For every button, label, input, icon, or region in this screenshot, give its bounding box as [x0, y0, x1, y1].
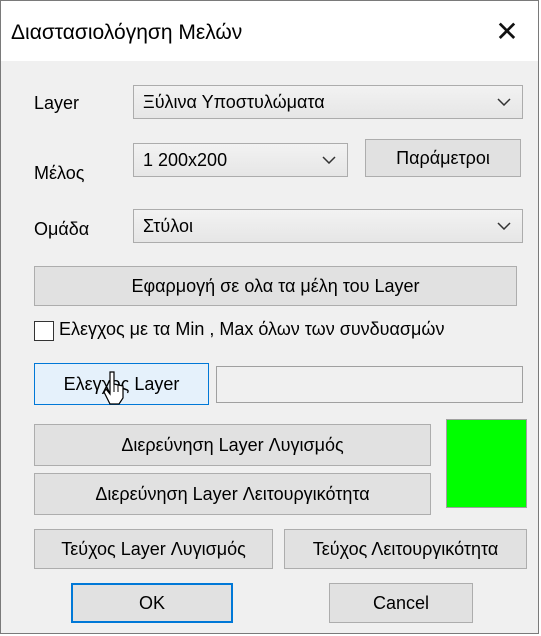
parameters-button[interactable]: Παράμετροι — [365, 139, 521, 177]
close-icon[interactable]: ✕ — [476, 1, 538, 61]
group-label: Ομάδα — [34, 219, 90, 239]
member-label: Μέλος — [34, 163, 85, 183]
group-select-value: Στύλοι — [143, 215, 193, 236]
minmax-checkbox[interactable] — [34, 321, 54, 341]
ok-button[interactable]: OK — [71, 583, 233, 623]
layer-select-value: Ξύλινα Υποστυλώματα — [143, 91, 325, 112]
cancel-button[interactable]: Cancel — [329, 583, 473, 623]
report-serviceability-button[interactable]: Τεύχος Λειτουργικότητα — [284, 529, 527, 569]
investigate-buckling-button[interactable]: Διερεύνηση Layer Λυγισμός — [34, 424, 431, 466]
group-select[interactable]: Στύλοι — [133, 209, 523, 243]
check-layer-result-field — [216, 366, 523, 403]
status-indicator — [446, 419, 527, 508]
layer-label: Layer — [34, 93, 80, 113]
member-select-value: 1 200x200 — [143, 149, 228, 170]
chevron-down-icon — [486, 98, 522, 106]
report-buckling-button[interactable]: Τεύχος Layer Λυγισμός — [34, 529, 273, 569]
chevron-down-icon — [486, 222, 522, 230]
chevron-down-icon — [311, 156, 347, 164]
mouse-cursor-icon — [103, 371, 124, 405]
layer-select[interactable]: Ξύλινα Υποστυλώματα — [133, 85, 523, 119]
dialog-title: Διαστασιολόγηση Μελών — [11, 21, 243, 44]
title-bar: Διαστασιολόγηση Μελών ✕ — [1, 1, 538, 61]
minmax-checkbox-label: Ελεγχος με τα Min , Max όλων των συνδυασ… — [59, 319, 445, 339]
investigate-serviceability-button[interactable]: Διερεύνηση Layer Λειτουργικότητα — [34, 473, 431, 515]
member-select[interactable]: 1 200x200 — [133, 143, 348, 177]
apply-all-button[interactable]: Εφαρμογή σε ολα τα μέλη του Layer — [34, 266, 517, 306]
dimensioning-dialog: Διαστασιολόγηση Μελών ✕ Layer Ξύλινα Υπο… — [0, 0, 539, 634]
